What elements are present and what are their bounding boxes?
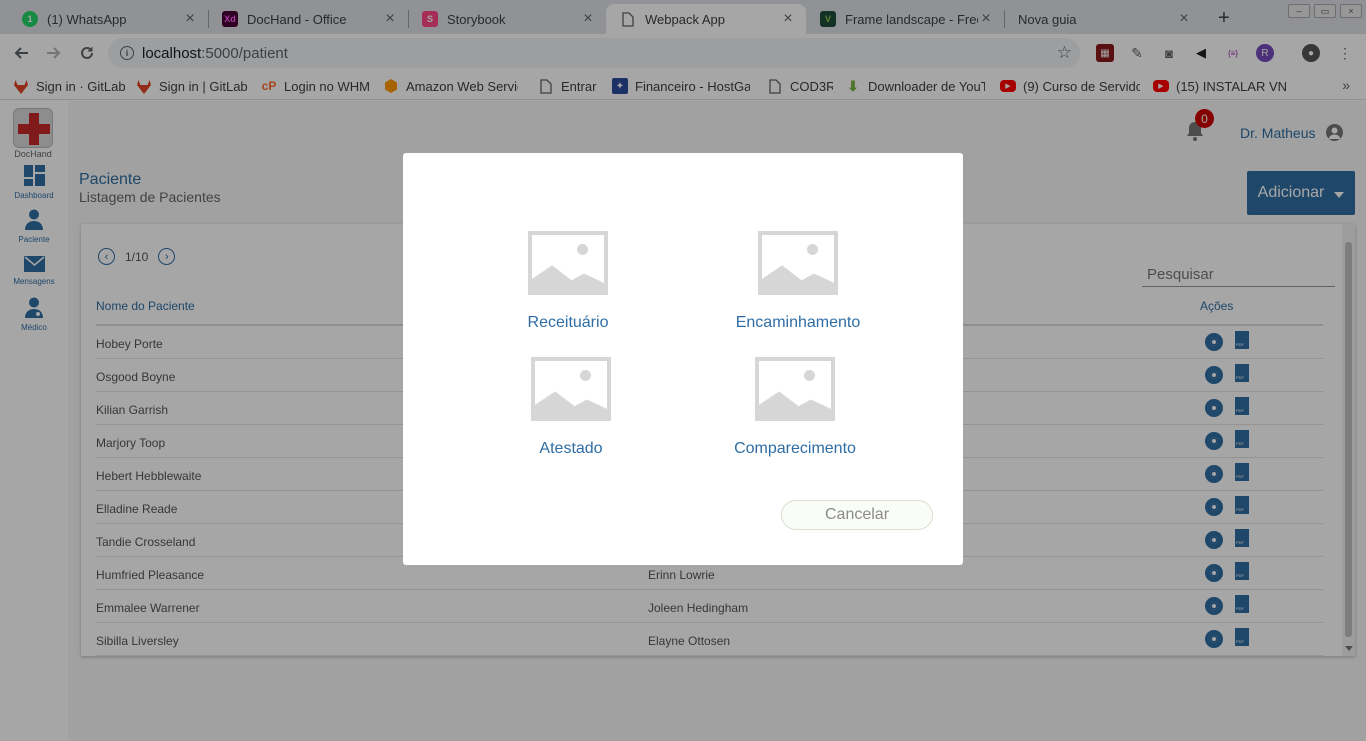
option-label: Atestado — [539, 440, 603, 457]
option-label: Comparecimento — [734, 440, 856, 457]
option-comparecimento[interactable]: Comparecimento — [705, 357, 885, 458]
cancel-button[interactable]: Cancelar — [781, 500, 933, 530]
image-placeholder-icon — [528, 231, 608, 295]
option-receituario[interactable]: Receituário — [478, 231, 658, 332]
cancel-button-label: Cancelar — [824, 506, 890, 523]
image-placeholder-icon — [755, 357, 835, 421]
document-type-modal: Receituário Encaminhamento Atestado Comp… — [403, 153, 963, 565]
option-label: Encaminhamento — [735, 314, 861, 331]
image-placeholder-icon — [758, 231, 838, 295]
option-encaminhamento[interactable]: Encaminhamento — [708, 231, 888, 332]
option-atestado[interactable]: Atestado — [481, 357, 661, 458]
image-placeholder-icon — [531, 357, 611, 421]
option-label: Receituário — [527, 314, 609, 331]
